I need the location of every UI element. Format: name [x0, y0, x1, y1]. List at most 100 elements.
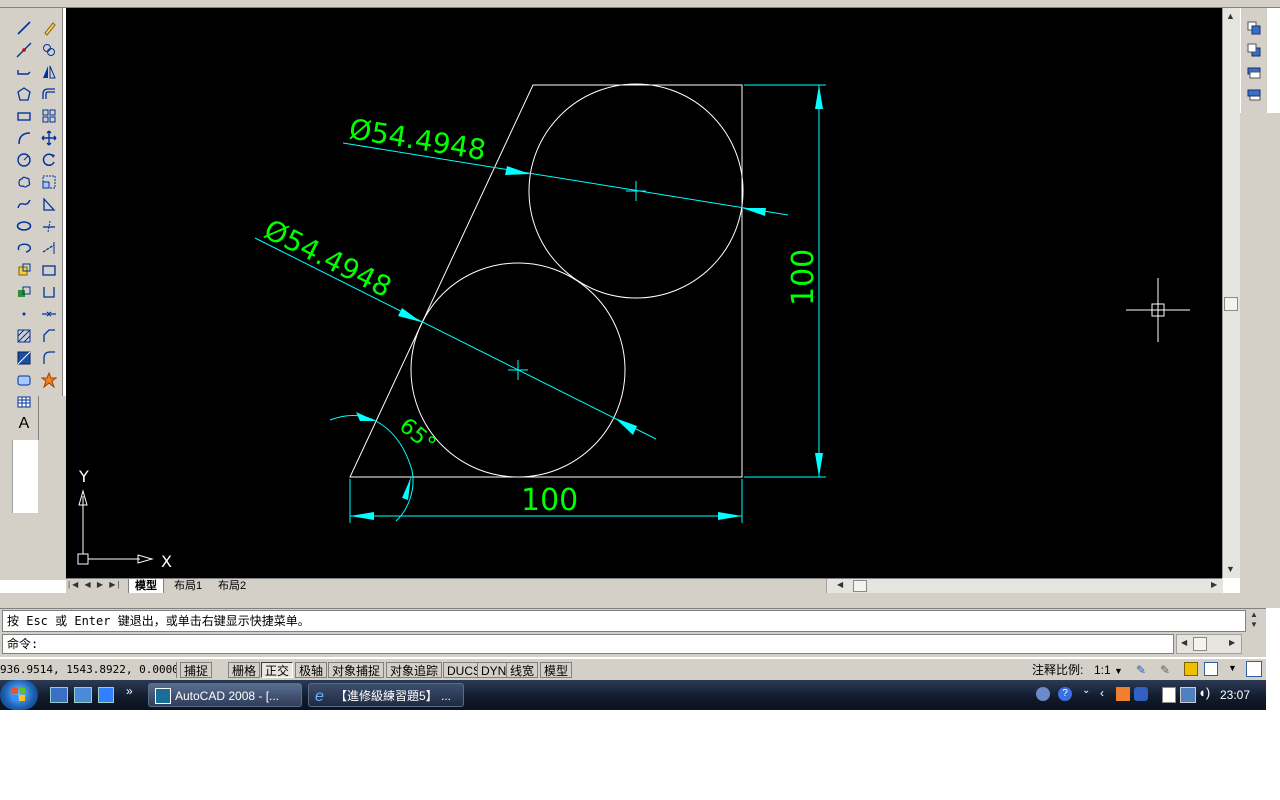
command-hscroll[interactable]: ◀ ▶ — [1176, 634, 1242, 654]
break-icon[interactable] — [39, 282, 59, 302]
gradient-icon[interactable] — [14, 348, 34, 368]
bring-above-icon[interactable] — [1244, 62, 1264, 82]
spline-icon[interactable] — [14, 194, 34, 214]
command-line[interactable]: 命令: — [2, 634, 1174, 654]
construction-line-icon[interactable] — [14, 40, 34, 60]
speaker-icon[interactable]: ◖) — [1198, 685, 1210, 700]
taskbar-clock[interactable]: 23:07 — [1220, 688, 1250, 702]
line-icon[interactable] — [14, 18, 34, 38]
extend-icon[interactable] — [39, 238, 59, 258]
status-toggle-3[interactable]: 极轴 — [295, 662, 328, 678]
erase-icon[interactable] — [39, 18, 59, 38]
language-bar-icon[interactable] — [1036, 687, 1050, 701]
angle-text: 65° — [394, 413, 440, 457]
scroll-up-icon[interactable]: ▲ — [1226, 11, 1235, 21]
trim-icon[interactable] — [39, 216, 59, 236]
lower-diameter-text: Ø54.4948 — [259, 213, 397, 304]
auto-scale-icon[interactable]: ✎ — [1160, 663, 1170, 677]
status-toggle-8[interactable]: 线宽 — [506, 662, 539, 678]
revision-cloud-icon[interactable] — [14, 172, 34, 192]
scroll-down-icon[interactable]: ▼ — [1226, 564, 1235, 574]
arc-icon[interactable] — [14, 128, 34, 148]
internet-explorer-icon: e — [315, 688, 324, 705]
table-icon[interactable] — [14, 392, 34, 412]
task-autocad[interactable]: AutoCAD 2008 - [... — [148, 683, 302, 707]
insert-block-icon[interactable] — [14, 260, 34, 280]
annotation-visibility-icon[interactable]: ✎ — [1136, 663, 1146, 677]
status-toggle-0[interactable]: 捕捉 — [180, 662, 213, 678]
ellipse-arc-icon[interactable] — [14, 238, 34, 258]
switch-windows-icon[interactable] — [74, 687, 92, 703]
tab-layout1[interactable]: 布局1 — [170, 579, 206, 593]
circle-icon[interactable] — [14, 150, 34, 170]
ellipse-icon[interactable] — [14, 216, 34, 236]
vertical-scroll-thumb[interactable] — [1224, 297, 1238, 311]
network-icon[interactable] — [1180, 687, 1196, 703]
status-toggle-1[interactable]: 栅格 — [228, 662, 261, 678]
make-block-icon[interactable] — [14, 282, 34, 302]
task-ie-window[interactable]: e 【進修級練習題5】 ... — [308, 683, 464, 707]
offset-icon[interactable] — [39, 84, 59, 104]
polyline-icon[interactable] — [14, 62, 34, 82]
status-toggle-2[interactable]: 正交 — [261, 662, 294, 678]
show-desktop-icon[interactable] — [50, 687, 68, 703]
crosshair-cursor — [1126, 278, 1190, 342]
break-at-point-icon[interactable] — [39, 260, 59, 280]
quick-launch-overflow-icon[interactable]: » — [126, 684, 133, 698]
tab-model[interactable]: 模型 — [128, 579, 164, 594]
help-icon[interactable]: ? — [1058, 687, 1072, 701]
cmd-scroll-left-icon[interactable]: ◀ — [1181, 638, 1187, 647]
array-icon[interactable] — [39, 106, 59, 126]
model-space-canvas[interactable]: Ø54.4948 Ø54.4948 65° 100 100 X Y — [66, 8, 1222, 578]
horizontal-scroll-thumb[interactable] — [853, 580, 867, 592]
stretch-icon[interactable] — [39, 194, 59, 214]
scroll-left-icon[interactable]: ◀ — [837, 580, 843, 589]
send-under-icon[interactable] — [1244, 84, 1264, 104]
left-panel-background-2 — [38, 396, 66, 580]
modify-toolbar — [38, 8, 63, 396]
status-toggle-4[interactable]: 对象捕捉 — [328, 662, 385, 678]
quick-launch-app-icon[interactable] — [98, 687, 114, 703]
clean-screen-icon[interactable] — [1246, 661, 1262, 677]
tab-navigation-icons[interactable]: |◀ ◀ ▶ ▶| — [68, 580, 121, 589]
scale-icon[interactable] — [39, 172, 59, 192]
horizontal-scrollbar[interactable]: ◀ ▶ — [826, 579, 1223, 593]
region-icon[interactable] — [14, 370, 34, 390]
shield-icon[interactable] — [1134, 687, 1148, 701]
rectangle-icon[interactable] — [14, 106, 34, 126]
tab-layout2[interactable]: 布局2 — [214, 579, 250, 593]
chamfer-icon[interactable] — [39, 326, 59, 346]
scroll-right-icon[interactable]: ▶ — [1211, 580, 1217, 589]
cmd-scroll-right-icon[interactable]: ▶ — [1229, 638, 1235, 647]
ime-options-icon[interactable]: ⌄ — [1082, 685, 1090, 696]
send-to-back-icon[interactable] — [1244, 40, 1264, 60]
windows-logo-icon — [12, 688, 18, 694]
join-icon[interactable] — [39, 304, 59, 324]
bring-to-front-icon[interactable] — [1244, 18, 1264, 38]
vertical-scrollbar[interactable]: ▲ ▼ — [1222, 8, 1240, 578]
mirror-icon[interactable] — [39, 62, 59, 82]
device-icon[interactable] — [1162, 687, 1176, 703]
explode-icon[interactable] — [39, 370, 59, 390]
status-toggle-9[interactable]: 模型 — [540, 662, 573, 678]
move-icon[interactable] — [39, 128, 59, 148]
command-history-scroll[interactable]: ▲ ▼ — [1246, 610, 1262, 632]
coordinate-readout[interactable]: 936.9514, 1543.8922, 0.0000 — [0, 662, 177, 678]
tray-app-icon[interactable] — [1116, 687, 1130, 701]
start-button[interactable] — [0, 680, 38, 710]
status-menu-chevron-icon[interactable]: ▼ — [1228, 663, 1237, 673]
polygon-icon[interactable] — [14, 84, 34, 104]
draw-order-toolbar — [1240, 8, 1267, 113]
annotation-scale-select[interactable]: 1:1 ▼ — [1094, 662, 1123, 678]
lock-icon[interactable] — [1184, 662, 1198, 676]
status-tray-settings-icon[interactable] — [1204, 662, 1218, 676]
hatch-icon[interactable] — [14, 326, 34, 346]
cmd-scroll-thumb[interactable] — [1193, 637, 1207, 651]
show-hidden-icons-chevron-icon[interactable]: ‹ — [1100, 686, 1104, 700]
multiline-text-icon[interactable]: A — [14, 414, 34, 434]
rotate-icon[interactable] — [39, 150, 59, 170]
fillet-icon[interactable] — [39, 348, 59, 368]
copy-icon[interactable] — [39, 40, 59, 60]
point-icon[interactable] — [14, 304, 34, 324]
status-toggle-5[interactable]: 对象追踪 — [386, 662, 443, 678]
